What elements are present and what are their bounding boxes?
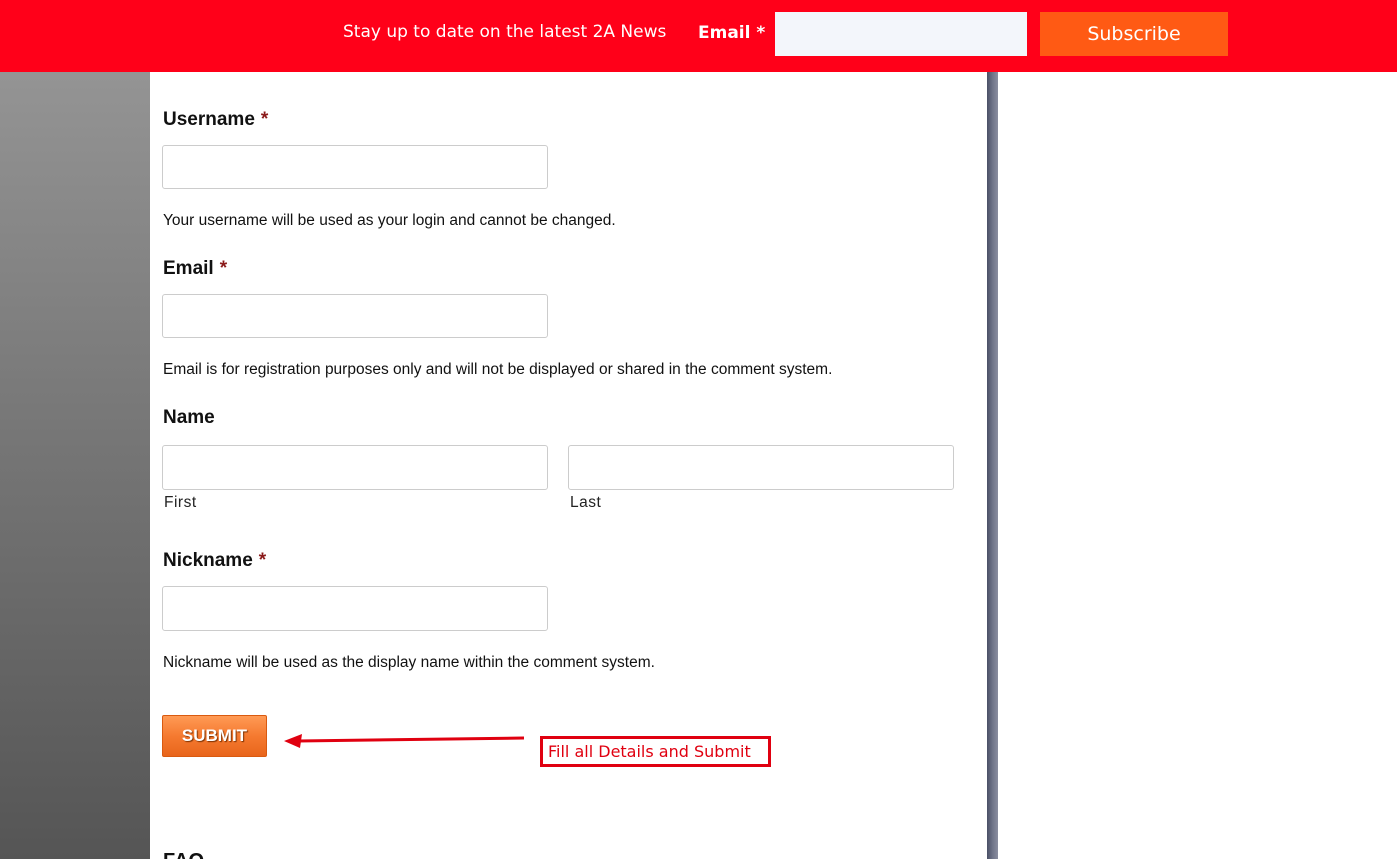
submit-button[interactable]: SUBMIT [162, 715, 267, 757]
last-name-input[interactable] [568, 445, 954, 490]
email-input[interactable] [162, 294, 548, 338]
username-help: Your username will be used as your login… [163, 212, 616, 229]
left-background [0, 0, 150, 859]
email-label: Email * [163, 258, 227, 280]
nickname-label: Nickname * [163, 550, 266, 572]
right-sidebar [998, 0, 1397, 859]
nickname-help: Nickname will be used as the display nam… [163, 654, 655, 671]
annotation-arrow-icon [284, 734, 525, 748]
nickname-input[interactable] [162, 586, 548, 631]
username-input[interactable] [162, 145, 548, 189]
nickname-label-text: Nickname [163, 550, 253, 571]
subscribe-button[interactable]: Subscribe [1040, 12, 1228, 56]
name-label-text: Name [163, 407, 215, 428]
banner-email-input[interactable] [775, 12, 1027, 56]
content-divider [987, 0, 998, 859]
email-label-text: Email [163, 258, 214, 279]
email-help: Email is for registration purposes only … [163, 361, 833, 378]
username-label-text: Username [163, 109, 255, 130]
required-mark: * [219, 258, 228, 279]
newsletter-banner: Stay up to date on the latest 2A News Em… [0, 0, 1397, 72]
name-label: Name [163, 407, 215, 429]
annotation-callout: Fill all Details and Submit [540, 736, 771, 767]
main-content [150, 0, 987, 859]
last-name-sublabel: Last [570, 494, 602, 511]
banner-email-label: Email * [698, 23, 766, 43]
first-name-sublabel: First [164, 494, 197, 511]
first-name-input[interactable] [162, 445, 548, 490]
faq-heading: FAQ [163, 850, 204, 859]
required-mark: * [260, 109, 269, 130]
username-label: Username * [163, 109, 268, 131]
required-mark: * [258, 550, 267, 571]
banner-tagline: Stay up to date on the latest 2A News [343, 22, 667, 42]
